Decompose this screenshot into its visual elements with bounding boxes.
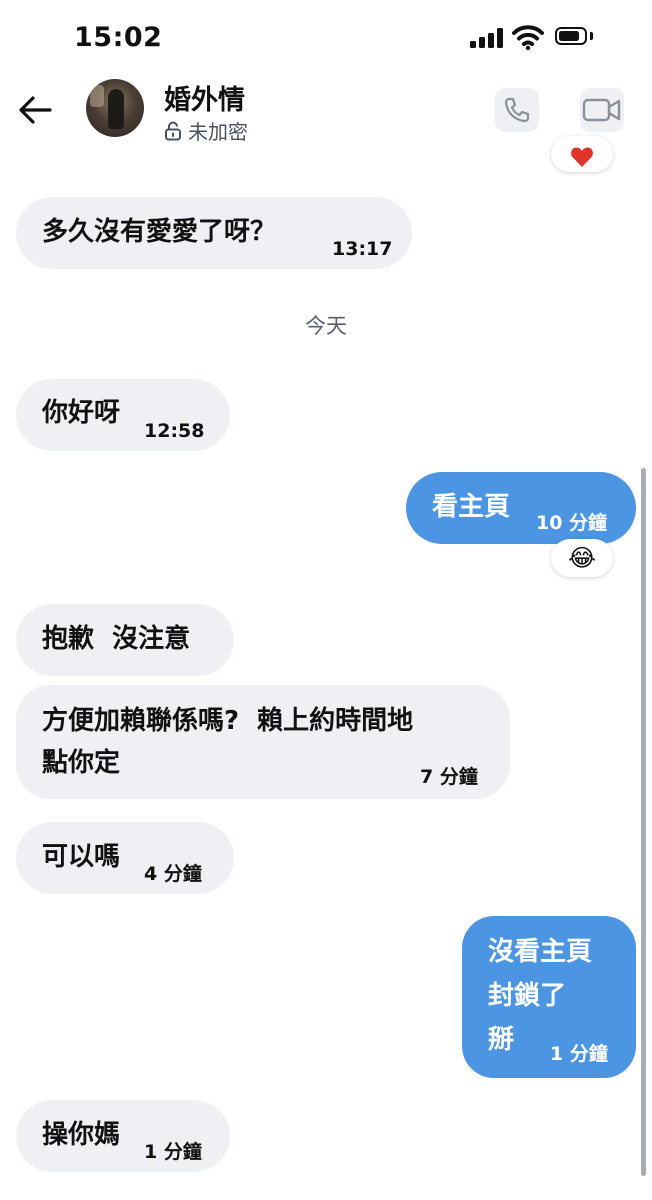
message-timestamp: 12:58 <box>144 420 205 442</box>
video-call-button[interactable] <box>580 88 624 132</box>
status-time: 15:02 <box>74 22 163 53</box>
battery-icon <box>555 27 587 45</box>
date-separator: 今天 <box>305 314 347 338</box>
incoming-message[interactable]: 方便加賴聯係嗎? 賴上約時間地 點你定 7 分鐘 <box>16 685 510 799</box>
message-text: 可以嗎 <box>42 842 121 872</box>
status-bar: 15:02 <box>0 0 652 70</box>
message-text: 看主頁 <box>432 492 511 522</box>
avatar[interactable] <box>86 79 144 137</box>
message-timestamp: 10 分鐘 <box>536 512 608 534</box>
wifi-icon <box>512 25 544 50</box>
scrollbar[interactable] <box>641 468 646 1176</box>
message-text: 抱歉 沒注意 <box>42 624 191 654</box>
cellular-signal-icon <box>470 28 504 48</box>
message-reaction[interactable] <box>551 136 613 172</box>
message-timestamp: 4 分鐘 <box>144 863 202 885</box>
message-reaction[interactable]: 😂 <box>551 539 613 577</box>
incoming-message[interactable]: 你好呀 12:58 <box>16 379 230 451</box>
incoming-message[interactable]: 可以嗎 4 分鐘 <box>16 822 234 894</box>
message-timestamp: 1 分鐘 <box>144 1141 202 1163</box>
message-text-line-1: 方便加賴聯係嗎? 賴上約時間地 <box>42 706 414 736</box>
message-timestamp: 13:17 <box>332 238 393 260</box>
contact-name[interactable]: 婚外情 <box>164 78 245 117</box>
laughing-emoji-icon: 😂 <box>567 544 597 572</box>
message-text-line-2: 封鎖了 <box>488 981 567 1011</box>
voice-call-button[interactable] <box>495 88 539 132</box>
message-text-line-2: 點你定 <box>42 748 121 778</box>
chat-header: 婚外情 未加密 <box>0 70 652 150</box>
video-camera-icon <box>582 98 621 122</box>
incoming-message[interactable]: 操你媽 1 分鐘 <box>16 1100 230 1172</box>
message-text: 操你媽 <box>42 1120 121 1150</box>
message-text: 你好呀 <box>42 398 121 428</box>
outgoing-message[interactable]: 看主頁 10 分鐘 <box>406 472 636 544</box>
heart-icon <box>571 147 593 167</box>
encryption-status: 未加密 <box>164 116 248 145</box>
message-timestamp: 7 分鐘 <box>420 766 478 788</box>
incoming-message[interactable]: 抱歉 沒注意 <box>16 604 234 676</box>
outgoing-message[interactable]: 沒看主頁 封鎖了 掰 1 分鐘 <box>462 916 636 1078</box>
message-list[interactable]: 多久沒有愛愛了呀？ 13:17 今天 你好呀 12:58 看主頁 10 分鐘 😂… <box>0 136 652 1200</box>
message-text-line-1: 沒看主頁 <box>488 937 593 967</box>
phone-icon <box>504 97 530 123</box>
lock-icon <box>165 121 181 140</box>
message-timestamp: 1 分鐘 <box>550 1043 608 1065</box>
battery-tip <box>590 32 593 40</box>
message-text-line-3: 掰 <box>488 1025 515 1055</box>
encryption-label: 未加密 <box>188 120 248 144</box>
message-text: 多久沒有愛愛了呀？ <box>42 217 277 247</box>
incoming-message[interactable]: 多久沒有愛愛了呀？ 13:17 <box>16 197 412 269</box>
back-arrow-icon[interactable] <box>16 92 56 128</box>
